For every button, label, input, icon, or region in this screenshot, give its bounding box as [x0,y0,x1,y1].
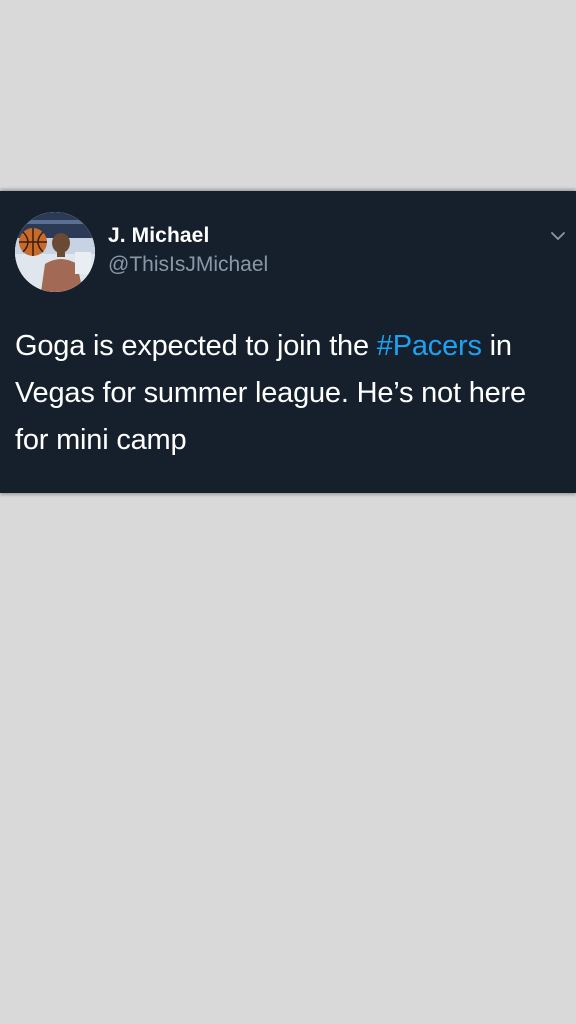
chevron-down-icon[interactable] [548,229,568,243]
tweet-text-part: Goga is expected to join the [15,330,377,362]
tweet-card: J. Michael @ThisIsJMichael Goga is expec… [0,191,576,493]
avatar[interactable] [15,212,95,292]
display-name[interactable]: J. Michael [108,224,209,248]
tweet-text: Goga is expected to join the #Pacers in … [15,323,560,464]
hashtag-link[interactable]: #Pacers [377,330,482,362]
avatar-photo [15,212,95,292]
user-handle[interactable]: @ThisIsJMichael [108,253,268,277]
